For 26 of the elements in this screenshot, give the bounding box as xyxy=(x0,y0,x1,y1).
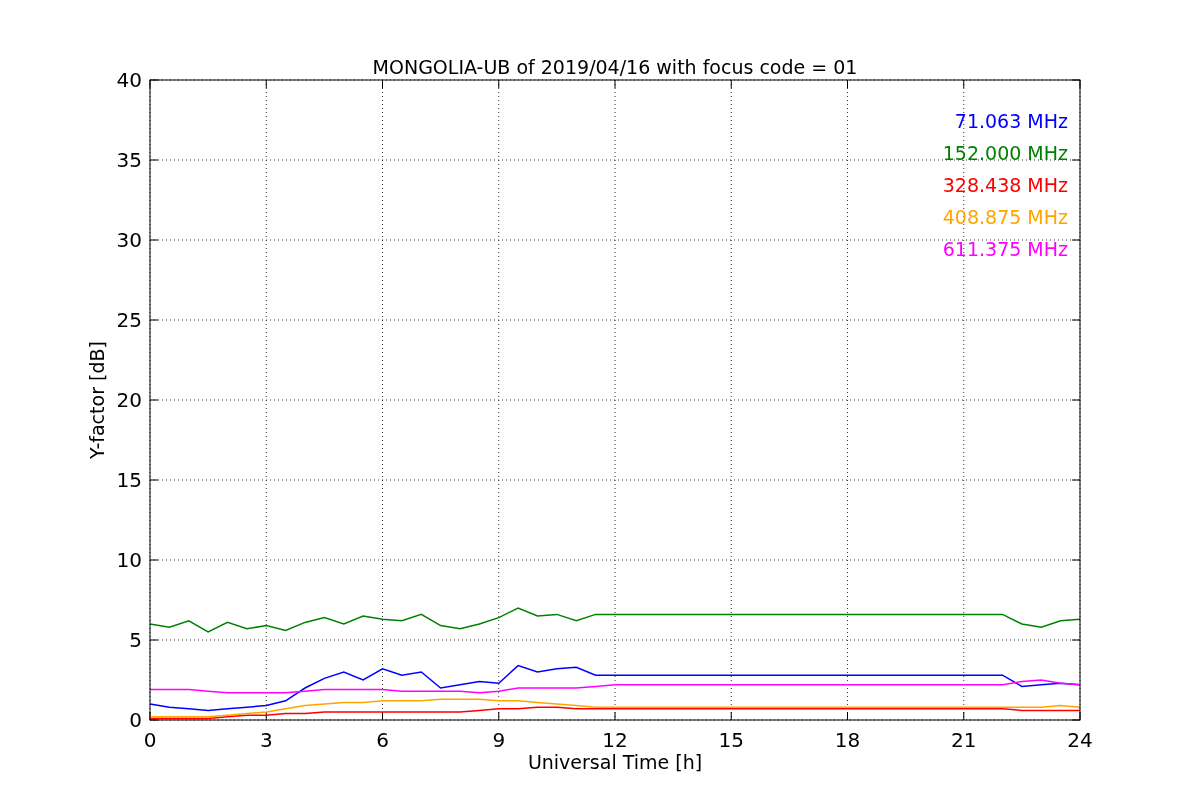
tick-label: 15 xyxy=(718,728,744,752)
legend-entry: 408.875 MHz xyxy=(942,206,1068,228)
tick-label: 21 xyxy=(951,728,977,752)
tick-label: 25 xyxy=(116,308,142,332)
legend-entry: 611.375 MHz xyxy=(942,238,1068,260)
legend-entry: 328.438 MHz xyxy=(942,174,1068,196)
y-axis-label: Y-factor [dB] xyxy=(86,341,108,459)
legend-entry: 71.063 MHz xyxy=(954,110,1068,132)
tick-label: 40 xyxy=(116,68,142,92)
chart-title: MONGOLIA-UB of 2019/04/16 with focus code = 01 xyxy=(372,56,858,78)
tick-label: 0 xyxy=(129,708,142,732)
tick-label: 35 xyxy=(116,148,142,172)
tick-label: 5 xyxy=(129,628,142,652)
tick-label: 10 xyxy=(116,548,142,572)
tick-label: 12 xyxy=(602,728,628,752)
tick-label: 24 xyxy=(1067,728,1093,752)
tick-label: 15 xyxy=(116,468,142,492)
tick-label: 3 xyxy=(259,728,273,752)
x-axis-label: Universal Time [h] xyxy=(527,751,703,773)
tick-label: 30 xyxy=(116,228,142,252)
tick-label: 18 xyxy=(834,728,861,752)
tick-label: 9 xyxy=(492,728,506,752)
tick-label: 0 xyxy=(143,728,157,752)
tick-label: 6 xyxy=(376,728,389,752)
tick-label: 20 xyxy=(116,388,142,412)
legend-entry: 152.000 MHz xyxy=(942,142,1068,164)
